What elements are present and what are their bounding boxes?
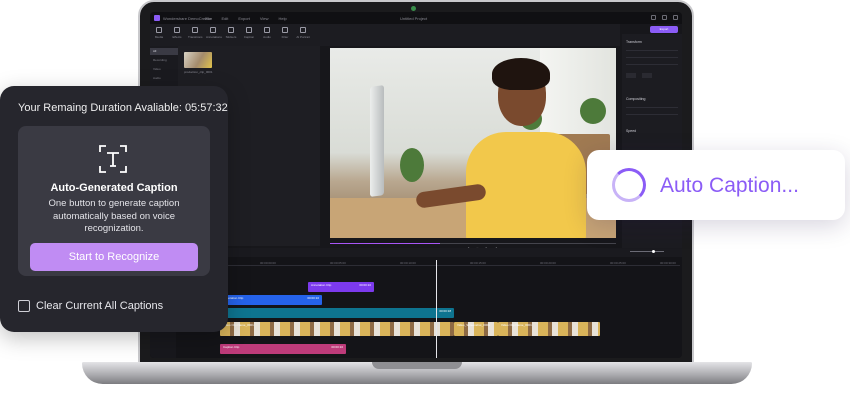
caption-text-icon <box>99 145 127 173</box>
tool-stickers[interactable]: Stickers <box>224 27 238 39</box>
timeline: 00:00:00:00 00:00:05:00 00:00:10:00 00:0… <box>150 248 682 358</box>
property-row[interactable] <box>626 104 678 108</box>
camera-dot <box>411 6 416 11</box>
zoom-slider[interactable] <box>630 250 664 253</box>
timeline-playhead[interactable] <box>436 260 437 358</box>
annotations-icon <box>210 27 216 33</box>
timecode: 00:00:25:00 <box>610 261 626 265</box>
timecode: 00:00:15:00 <box>470 261 486 265</box>
clear-captions-label: Clear Current All Captions <box>36 300 164 312</box>
auto-caption-text: Auto Caption... <box>660 174 799 197</box>
timecode: 00:00:00:00 <box>260 261 276 265</box>
resource-toolbar: Media Effects Transitions Annotations St… <box>150 24 320 46</box>
property-row[interactable] <box>626 111 678 115</box>
auto-caption-panel: Your Remaing Duration Avaliable: 05:57:3… <box>0 86 228 332</box>
laptop-notch <box>372 362 462 369</box>
category-all[interactable]: All <box>150 48 178 55</box>
screenshot-clip[interactable]: Video_Screenshot_0001 <box>454 322 498 336</box>
preview-toolbar <box>320 24 620 46</box>
preview-plant <box>580 98 606 124</box>
audio-icon <box>264 27 270 33</box>
remaining-duration: Your Remaing Duration Avaliable: 05:57:3… <box>18 102 228 114</box>
maximize-icon[interactable] <box>662 15 667 20</box>
effects-icon <box>174 27 180 33</box>
menu-edit[interactable]: Edit <box>221 16 228 21</box>
speed-heading: Speed <box>626 129 637 133</box>
close-icon[interactable] <box>673 15 678 20</box>
preview-plant <box>400 148 424 182</box>
timecode: 00:00:10:00 <box>400 261 416 265</box>
menu-bar: File Edit Export View Help <box>205 16 287 21</box>
auto-caption-status: Auto Caption... <box>587 150 845 220</box>
transitions-icon <box>192 27 198 33</box>
property-row[interactable] <box>626 54 678 58</box>
tool-transitions[interactable]: Transitions <box>188 27 203 39</box>
tool-filter[interactable]: Filter <box>278 27 292 39</box>
annotation-clip[interactable]: Annotation Clip 00:00:10 <box>308 282 374 292</box>
category-video[interactable]: Video <box>150 66 178 73</box>
tool-effects[interactable]: Effects <box>170 27 184 39</box>
media-thumbnail[interactable] <box>184 52 212 68</box>
transform-heading: Transform <box>626 40 642 44</box>
clear-captions-option[interactable]: Clear Current All Captions <box>18 300 163 312</box>
category-recording[interactable]: Recording <box>150 57 178 64</box>
start-recognize-button[interactable]: Start to Recognize <box>30 243 198 271</box>
video-clip[interactable]: Video Clip Name_0001 <box>498 322 600 336</box>
caption-clip[interactable]: Caption Clip 00:00:10 <box>220 344 346 354</box>
preview-person-hair <box>492 58 550 90</box>
media-icon <box>156 27 162 33</box>
caption-clip-blue[interactable]: Annotation Clip 00:00:10 <box>220 295 322 305</box>
tool-audio[interactable]: Audio <box>260 27 274 39</box>
minimize-icon[interactable] <box>651 15 656 20</box>
caption-icon <box>246 27 252 33</box>
app-logo-icon <box>154 15 160 21</box>
title-bar: Wondershare DemoCreator File Edit Export… <box>150 12 682 24</box>
timeline-toolbar <box>150 248 682 257</box>
media-item-name: production_clip_0001 <box>184 70 213 74</box>
clear-captions-checkbox[interactable] <box>18 300 30 312</box>
preview-person-shirt <box>466 132 586 238</box>
tool-media[interactable]: Media <box>152 27 166 39</box>
property-row[interactable] <box>626 47 678 51</box>
auto-caption-card: Auto-Generated Caption One button to gen… <box>18 126 210 276</box>
video-clip[interactable]: Video Clip Name_0001 <box>220 322 454 336</box>
timecode: 00:00:05:00 <box>330 261 346 265</box>
portrait-icon <box>300 27 306 33</box>
audio-clip[interactable]: 00:00:18 <box>220 308 454 318</box>
loading-spinner-icon <box>612 168 646 202</box>
category-audio[interactable]: Audio <box>150 75 178 82</box>
export-button[interactable]: Export <box>650 26 678 33</box>
menu-view[interactable]: View <box>260 16 269 21</box>
laptop-base <box>82 362 752 384</box>
menu-file[interactable]: File <box>205 16 211 21</box>
timeline-ruler[interactable]: 00:00:00:00 00:00:05:00 00:00:10:00 00:0… <box>220 260 680 266</box>
property-input[interactable] <box>642 73 652 78</box>
timecode: 00:00:30:00 <box>660 261 676 265</box>
filter-icon <box>282 27 288 33</box>
caption-description: One button to generate caption automatic… <box>48 198 180 234</box>
progress-fill <box>330 243 440 244</box>
tool-caption[interactable]: Caption <box>242 27 256 39</box>
preview-monitor <box>370 85 384 197</box>
document-title: Untitled Project <box>400 16 428 21</box>
tool-ai-portrait[interactable]: AI Portrait <box>296 27 310 39</box>
timecode: 00:00:20:00 <box>540 261 556 265</box>
menu-export[interactable]: Export <box>238 16 250 21</box>
video-preview[interactable] <box>330 48 616 238</box>
compositing-heading: Compositing <box>626 97 646 101</box>
property-input[interactable] <box>626 73 636 78</box>
tool-annotations[interactable]: Annotations <box>206 27 222 39</box>
stickers-icon <box>228 27 234 33</box>
caption-title: Auto-Generated Caption <box>50 182 178 194</box>
menu-help[interactable]: Help <box>279 16 287 21</box>
window-controls <box>651 15 678 20</box>
